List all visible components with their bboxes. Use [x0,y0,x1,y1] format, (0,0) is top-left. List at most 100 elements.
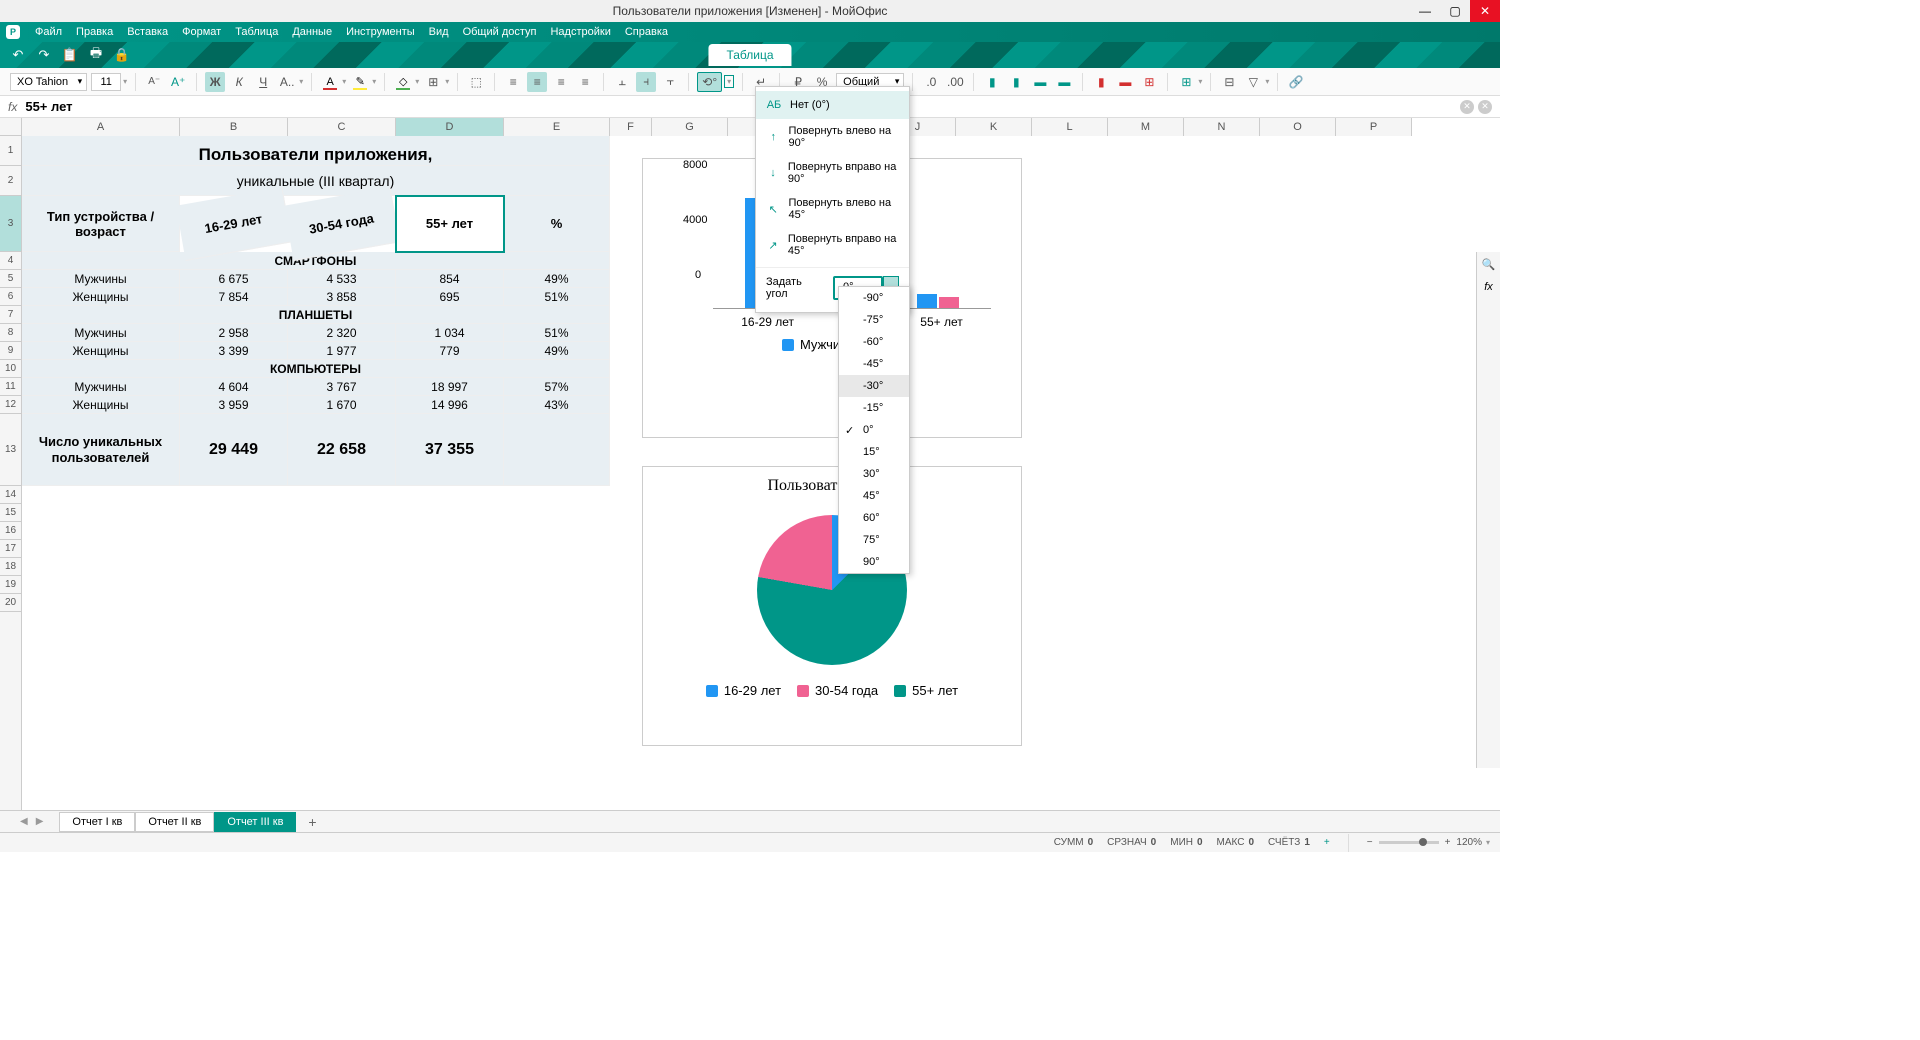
menu-вид[interactable]: Вид [422,26,456,38]
col-header-D[interactable]: D [396,118,504,136]
cell[interactable]: Мужчины [22,324,180,342]
increase-decimal-button[interactable]: .00 [945,72,965,92]
font-family-select[interactable]: XO Tahion [10,73,87,91]
angle-option[interactable]: -90° [839,287,909,309]
bold-button[interactable]: Ж [205,72,225,92]
rotation-option[interactable]: АБНет (0°) [756,91,909,119]
row-header-5[interactable]: 5 [0,270,21,288]
sheet-tab[interactable]: Отчет III кв [214,812,296,832]
redo-icon[interactable]: ↷ [36,47,52,63]
filter-icon[interactable]: ▽ [1243,72,1263,92]
menu-данные[interactable]: Данные [285,26,339,38]
row-header-9[interactable]: 9 [0,342,21,360]
cell[interactable] [504,414,610,486]
angle-option[interactable]: -75° [839,309,909,331]
cell[interactable]: 1 670 [288,396,396,414]
close-button[interactable]: ✕ [1470,0,1500,22]
cell[interactable]: 14 996 [396,396,504,414]
row-header-6[interactable]: 6 [0,288,21,306]
valign-middle-button[interactable]: ⫞ [636,72,656,92]
angle-option[interactable]: 60° [839,507,909,529]
insert-row-below-icon[interactable]: ▬ [1054,72,1074,92]
align-justify-button[interactable]: ≡ [575,72,595,92]
underline-button[interactable]: Ч [253,72,273,92]
text-color-button[interactable]: А [320,72,340,92]
delete-cells-icon[interactable]: ⊞ [1139,72,1159,92]
cell[interactable]: Мужчины [22,378,180,396]
col-header-K[interactable]: K [956,118,1032,136]
cell[interactable]: Мужчины [22,270,180,288]
paste-icon[interactable]: 📋 [62,47,78,63]
formula-cancel-icon[interactable]: ✕ [1460,100,1474,114]
menu-файл[interactable]: Файл [28,26,69,38]
cell[interactable]: 1 034 [396,324,504,342]
sheet-tab[interactable]: Отчет II кв [135,812,214,832]
cell[interactable]: 29 449 [180,414,288,486]
rotation-option[interactable]: ↑Повернуть влево на 90° [756,119,909,155]
row-header-10[interactable]: 10 [0,360,21,378]
col-header-B[interactable]: B [180,118,288,136]
row-header-8[interactable]: 8 [0,324,21,342]
cell[interactable]: 3 399 [180,342,288,360]
maximize-button[interactable]: ▢ [1440,0,1470,22]
align-left-button[interactable]: ≡ [503,72,523,92]
insert-row-above-icon[interactable]: ▬ [1030,72,1050,92]
rotation-option[interactable]: ↗Повернуть вправо на 45° [756,227,909,263]
group-icon[interactable]: ⊟ [1219,72,1239,92]
angle-option[interactable]: 15° [839,441,909,463]
row-header-14[interactable]: 14 [0,486,21,504]
col-header-F[interactable]: F [610,118,652,136]
chevron-down-icon[interactable]: ▾ [445,77,449,86]
pie-chart[interactable]: Пользователи ения 16-29 лет 30-54 года 5… [642,466,1022,746]
chevron-down-icon[interactable]: ▾ [724,75,734,88]
sheet-nav-next-icon[interactable]: ▶ [36,816,44,827]
print-icon[interactable]: 🖶 [88,47,104,63]
font-size-input[interactable] [91,73,121,91]
cell[interactable]: 1 977 [288,342,396,360]
cell[interactable]: 49% [504,270,610,288]
col-header-M[interactable]: M [1108,118,1184,136]
angle-option[interactable]: 90° [839,551,909,573]
row-header-15[interactable]: 15 [0,504,21,522]
cell[interactable]: 2 958 [180,324,288,342]
cell[interactable]: Тип устройства / возраст [22,196,180,252]
angle-option[interactable]: 0° [839,419,909,441]
cell[interactable]: Пользователи приложения, [22,136,610,166]
menu-вставка[interactable]: Вставка [120,26,175,38]
chevron-down-icon[interactable]: ▾ [1198,77,1202,86]
row-header-16[interactable]: 16 [0,522,21,540]
col-header-L[interactable]: L [1032,118,1108,136]
row-header-7[interactable]: 7 [0,306,21,324]
col-header-N[interactable]: N [1184,118,1260,136]
cell[interactable]: 4 533 [288,270,396,288]
menu-инструменты[interactable]: Инструменты [339,26,422,38]
formula-confirm-icon[interactable]: ✕ [1478,100,1492,114]
row-header-20[interactable]: 20 [0,594,21,612]
cell[interactable]: уникальные (III квартал) [22,166,610,196]
align-right-button[interactable]: ≡ [551,72,571,92]
cell[interactable]: 51% [504,324,610,342]
cell[interactable]: КОМПЬЮТЕРЫ [22,360,610,378]
chevron-down-icon[interactable]: ▾ [415,77,419,86]
freeze-icon[interactable]: ⊞ [1176,72,1196,92]
delete-col-icon[interactable]: ▮ [1091,72,1111,92]
col-header-E[interactable]: E [504,118,610,136]
cell[interactable]: 43% [504,396,610,414]
formula-input[interactable]: 55+ лет [25,99,72,114]
row-header-19[interactable]: 19 [0,576,21,594]
menu-правка[interactable]: Правка [69,26,120,38]
row-header-2[interactable]: 2 [0,166,21,196]
cell[interactable]: 22 658 [288,414,396,486]
borders-button[interactable]: ⊞ [423,72,443,92]
angle-option[interactable]: 45° [839,485,909,507]
row-header-13[interactable]: 13 [0,414,21,486]
col-header-C[interactable]: C [288,118,396,136]
chevron-down-icon[interactable]: ▾ [123,77,127,86]
col-header-A[interactable]: A [22,118,180,136]
angle-option[interactable]: -30° [839,375,909,397]
select-all-corner[interactable] [0,118,22,136]
merge-button[interactable]: ⬚ [466,72,486,92]
more-font-button[interactable]: А.. [277,72,297,92]
zoom-in-icon[interactable]: + [1445,837,1451,848]
chevron-down-icon[interactable]: ▾ [372,77,376,86]
